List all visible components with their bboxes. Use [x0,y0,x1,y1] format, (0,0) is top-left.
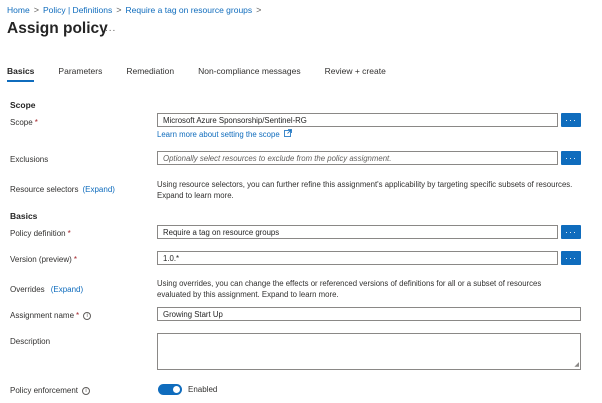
tab-review-create[interactable]: Review + create [325,66,386,82]
description-textarea[interactable]: ◢ [157,333,581,370]
chevron-right-icon: > [33,5,39,15]
breadcrumb-home[interactable]: Home [7,5,30,15]
toggle-knob [173,386,180,393]
info-icon[interactable]: i [82,386,91,395]
chevron-right-icon: > [116,5,122,15]
overrides-info: Using overrides, you can change the effe… [157,279,542,299]
scope-section-heading: Scope [10,100,36,110]
overrides-expand-link[interactable]: (Expand) [51,285,83,294]
breadcrumb: Home > Policy | Definitions > Require a … [7,5,265,15]
required-marker: * [67,229,71,238]
required-marker: * [76,311,80,320]
page-title: Assign policy [7,20,108,37]
scope-browse-button[interactable]: ··· [561,113,581,127]
info-icon[interactable]: i [83,311,92,320]
policy-definition-field[interactable]: Require a tag on resource groups [157,225,558,239]
tab-non-compliance-messages[interactable]: Non-compliance messages [198,66,301,82]
tab-parameters[interactable]: Parameters [58,66,102,82]
tab-bar: Basics Parameters Remediation Non-compli… [7,66,410,82]
resize-grip-icon[interactable]: ◢ [574,361,579,368]
policy-definition-label: Policy definition * [10,229,71,238]
breadcrumb-policy-definitions[interactable]: Policy | Definitions [43,5,112,15]
exclusions-label: Exclusions [10,155,49,164]
resource-selectors-label: Resource selectors (Expand) [10,185,115,194]
scope-field[interactable]: Microsoft Azure Sponsorship/Sentinel-RG [157,113,558,127]
resource-selectors-expand-link[interactable]: (Expand) [82,185,114,194]
version-field[interactable]: 1.0.* [157,251,558,265]
overrides-label: Overrides (Expand) [10,285,84,294]
assignment-name-label: Assignment name * i [10,311,92,320]
external-link-icon[interactable] [283,129,292,141]
policy-definition-browse-button[interactable]: ··· [561,225,581,239]
basics-section-heading: Basics [10,211,38,221]
resource-selectors-info: Using resource selectors, you can furthe… [157,180,573,200]
exclusions-field[interactable]: Optionally select resources to exclude f… [157,151,558,165]
scope-learn-more: Learn more about setting the scope [157,129,577,141]
policy-enforcement-state: Enabled [188,385,218,394]
more-options-icon[interactable]: ... [105,23,116,34]
scope-label: Scope * [10,118,38,127]
description-label: Description [10,337,51,346]
exclusions-browse-button[interactable]: ··· [561,151,581,165]
version-label: Version (preview) * [10,255,77,264]
tab-remediation[interactable]: Remediation [126,66,174,82]
required-marker: * [73,255,77,264]
assignment-name-field[interactable]: Growing Start Up [157,307,581,321]
policy-enforcement-label: Policy enforcement i [10,386,91,395]
scope-learn-more-link[interactable]: Learn more about setting the scope [157,130,280,141]
breadcrumb-policy-name[interactable]: Require a tag on resource groups [126,5,253,15]
chevron-right-icon: > [256,5,262,15]
version-browse-button[interactable]: ··· [561,251,581,265]
tab-basics[interactable]: Basics [7,66,35,82]
policy-enforcement-toggle[interactable] [158,384,182,395]
required-marker: * [34,118,38,127]
